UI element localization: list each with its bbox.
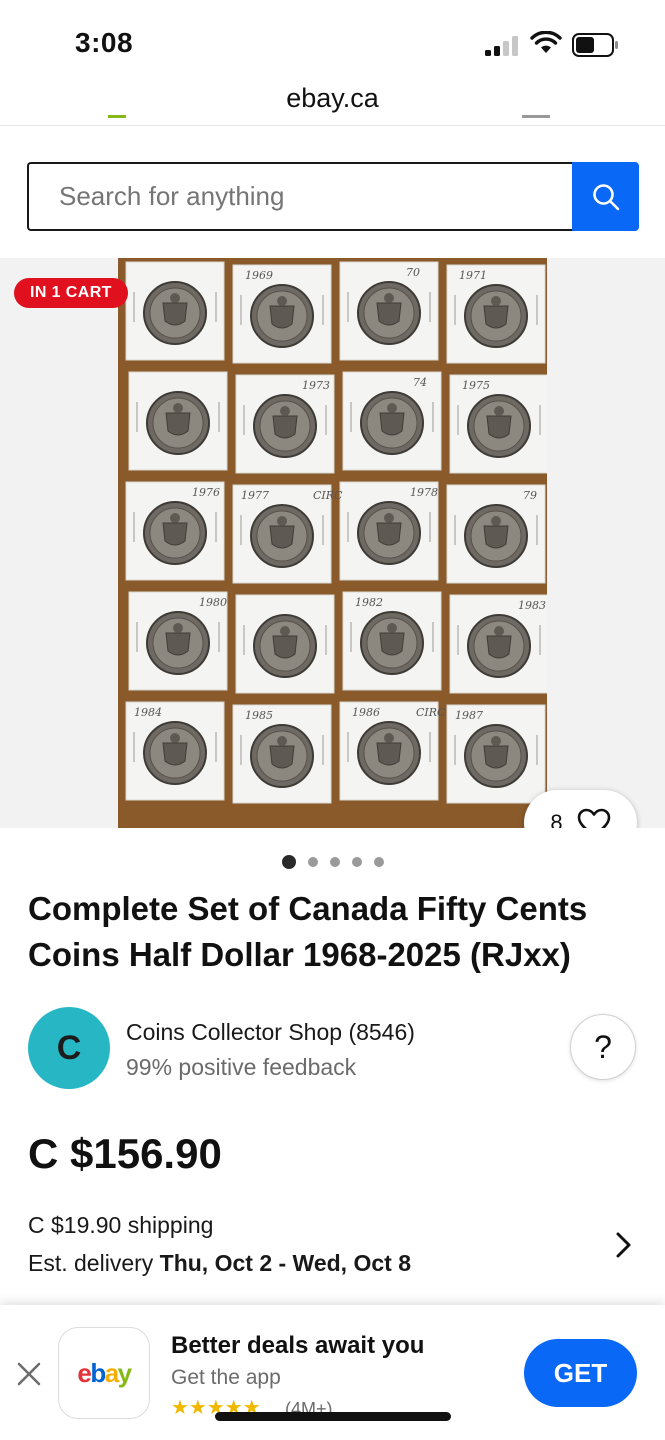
watch-count: 8 (550, 810, 563, 828)
coin-holder (125, 261, 225, 361)
image-gallery[interactable]: 1969 70 1971 1973 74 1975 1976 1977 CIRC 1978 79 19… (0, 258, 665, 828)
listing-title: Complete Set of Canada Fifty Cents Coins… (28, 890, 588, 973)
search-button[interactable] (572, 162, 639, 231)
coin-holder (339, 261, 439, 361)
coin-year-label: 1976 (192, 486, 220, 499)
search-bar (27, 162, 639, 231)
coin-year-label: 1973 (302, 379, 330, 392)
estimated-delivery: Est. delivery Thu, Oct 2 - Wed, Oct 8 (28, 1250, 411, 1277)
home-indicator (215, 1412, 451, 1421)
chevron-right-icon[interactable] (612, 1230, 634, 1260)
seller-avatar[interactable]: C (28, 1007, 110, 1089)
product-photo[interactable]: 1969 70 1971 1973 74 1975 1976 1977 CIRC 1978 79 19… (118, 258, 547, 828)
help-button[interactable]: ? (570, 1014, 636, 1080)
coin-year-label: 1980 (199, 596, 227, 609)
item-price: C $156.90 (28, 1130, 222, 1177)
banner-subtitle: Get the app (171, 1366, 281, 1389)
search-input[interactable] (27, 162, 572, 231)
coin-year-label: 1985 (245, 709, 273, 722)
cellular-signal-icon (485, 34, 519, 56)
coin-year-label: 1987 (455, 709, 483, 722)
status-time: 3:08 (75, 27, 134, 58)
coin-year-label: 1969 (245, 269, 273, 282)
close-icon[interactable] (14, 1359, 44, 1389)
seller-name[interactable]: Coins Collector Shop (8546) (126, 1019, 415, 1046)
coin-year-label: 1977 (241, 489, 269, 502)
coin-year-label: CIRC (416, 706, 446, 719)
pagination-dot[interactable] (351, 857, 362, 867)
watch-button[interactable]: 8 (524, 790, 637, 828)
coin-year-label: 1978 (410, 486, 438, 499)
pagination-dot[interactable] (307, 857, 318, 867)
coin-year-label: 1986 (352, 706, 380, 719)
shipping-row[interactable]: C $19.90 shipping Est. delivery Thu, Oct… (28, 1208, 643, 1288)
in-cart-badge: IN 1 CART (14, 278, 128, 308)
coin-year-label: 1984 (134, 706, 162, 719)
logo-letter: y (117, 1357, 132, 1388)
delivery-dates: Thu, Oct 2 - Wed, Oct 8 (159, 1250, 411, 1276)
coin-year-label: 1975 (462, 379, 490, 392)
coin-year-label: 1971 (459, 269, 487, 282)
ebay-app-logo[interactable]: ebay (58, 1327, 150, 1419)
logo-letter: e (77, 1357, 91, 1388)
pagination-dot[interactable] (373, 857, 384, 867)
url-text: ebay.ca (286, 83, 379, 113)
browser-url-bar[interactable]: ebay.ca (0, 80, 665, 126)
get-app-button[interactable]: GET (524, 1339, 637, 1407)
gallery-pagination (0, 854, 665, 870)
seller-feedback: 99% positive feedback (126, 1054, 357, 1080)
logo-letter: a (104, 1357, 119, 1388)
coin-holder (128, 371, 228, 471)
shipping-cost: C $19.90 shipping (28, 1212, 214, 1238)
coin-year-label: 1982 (355, 596, 383, 609)
coin-holder (235, 594, 335, 694)
logo-letter: b (90, 1357, 106, 1388)
seller-info[interactable]: C Coins Collector Shop (8546) 99% positi… (28, 1007, 638, 1089)
coin-year-label: 79 (523, 489, 537, 502)
search-icon (592, 183, 619, 210)
delivery-label: Est. delivery (28, 1250, 154, 1276)
heart-icon (577, 808, 610, 828)
pagination-dot[interactable] (329, 857, 340, 867)
coin-year-label: CIRC (313, 489, 343, 502)
coin-year-label: 70 (406, 266, 420, 279)
wifi-icon (530, 31, 562, 53)
coin-year-label: 74 (413, 376, 427, 389)
coin-year-label: 1983 (518, 599, 546, 612)
status-bar: 3:08 (0, 0, 665, 80)
banner-title: Better deals await you (171, 1332, 425, 1359)
battery-icon (572, 33, 618, 57)
header-peek (522, 115, 550, 125)
header-peek (108, 115, 126, 125)
pagination-dot[interactable] (281, 855, 296, 869)
